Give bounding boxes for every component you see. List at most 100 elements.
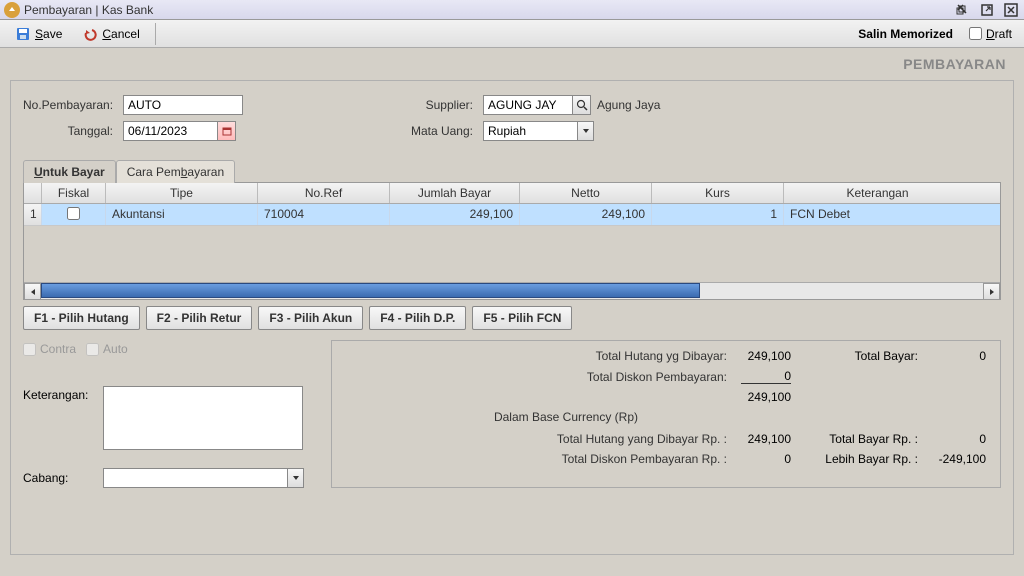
chevron-down-icon <box>292 474 300 482</box>
lower-section: Contra Auto Keterangan: Cabang: <box>23 340 1001 488</box>
f1-pilih-hutang-button[interactable]: F1 - Pilih Hutang <box>23 306 140 330</box>
draft-checkbox-wrap[interactable]: Draft <box>963 27 1018 41</box>
grid: Fiskal Tipe No.Ref Jumlah Bayar Netto Ku… <box>23 182 1001 300</box>
content-box: No.Pembayaran: Tanggal: Supplier: <box>10 80 1014 555</box>
lebih-bayar-rp-value: -249,100 <box>926 452 986 466</box>
undo-icon <box>82 26 98 42</box>
f2-pilih-retur-button[interactable]: F2 - Pilih Retur <box>146 306 253 330</box>
tabs: Untuk Bayar Cara Pembayaran <box>23 159 1001 182</box>
save-button[interactable]: SSaveave <box>6 22 71 46</box>
cell-keterangan[interactable]: FCN Debet <box>784 204 971 225</box>
no-pembayaran-label: No.Pembayaran: <box>23 98 123 112</box>
app-icon <box>4 2 20 18</box>
total-bayar-value: 0 <box>926 349 986 363</box>
cell-fiskal[interactable] <box>42 204 106 225</box>
f3-pilih-akun-button[interactable]: F3 - Pilih Akun <box>258 306 363 330</box>
header-jumlah[interactable]: Jumlah Bayar <box>390 183 520 203</box>
header-keterangan[interactable]: Keterangan <box>784 183 971 203</box>
supplier-input[interactable] <box>483 95 573 115</box>
keterangan-label: Keterangan: <box>23 386 103 402</box>
lebih-bayar-rp-label: Lebih Bayar Rp. : <box>811 452 926 466</box>
tanggal-label: Tanggal: <box>23 124 123 138</box>
toolbar: SSaveave Cancel Salin Memorized Draft <box>0 20 1024 48</box>
search-icon <box>576 99 588 111</box>
save-label: SSaveave <box>35 27 62 41</box>
total-hutang-value: 249,100 <box>741 349 811 363</box>
toolbar-separator <box>155 23 156 45</box>
header-tipe[interactable]: Tipe <box>106 183 258 203</box>
total-diskon-rp-value: 0 <box>741 452 811 466</box>
tab-untuk-bayar[interactable]: Untuk Bayar <box>23 160 116 183</box>
close-icon[interactable] <box>1002 2 1020 18</box>
cell-netto[interactable]: 249,100 <box>520 204 652 225</box>
tanggal-input[interactable] <box>123 121 218 141</box>
chevron-down-icon <box>582 127 590 135</box>
row-number: 1 <box>24 204 42 225</box>
total-hutang-rp-value: 249,100 <box>741 432 811 446</box>
header-rownum <box>24 183 42 203</box>
total-bayar-rp-value: 0 <box>926 432 986 446</box>
fn-buttons: F1 - Pilih Hutang F2 - Pilih Retur F3 - … <box>23 306 1001 330</box>
draft-label: Draft <box>986 27 1012 41</box>
total-diskon-value: 0 <box>741 369 811 384</box>
total-diskon-label: Total Diskon Pembayaran: <box>346 370 741 384</box>
chevron-left-icon <box>29 288 37 296</box>
titlebar: Pembayaran | Kas Bank <box>0 0 1024 20</box>
grid-header: Fiskal Tipe No.Ref Jumlah Bayar Netto Ku… <box>24 183 1000 204</box>
header-netto[interactable]: Netto <box>520 183 652 203</box>
f5-pilih-fcn-button[interactable]: F5 - Pilih FCN <box>472 306 572 330</box>
draft-checkbox[interactable] <box>969 27 982 40</box>
mata-uang-input[interactable] <box>483 121 578 141</box>
table-row[interactable]: 1 Akuntansi 710004 249,100 249,100 1 FCN… <box>24 204 1000 226</box>
header-ref[interactable]: No.Ref <box>258 183 390 203</box>
no-pembayaran-input[interactable] <box>123 95 243 115</box>
supplier-lookup-button[interactable] <box>573 95 591 115</box>
mata-uang-label: Mata Uang: <box>403 124 483 138</box>
content-area: PEMBAYARAN No.Pembayaran: Tanggal: <box>0 48 1024 576</box>
mata-uang-dropdown-button[interactable] <box>578 121 594 141</box>
save-icon <box>15 26 31 42</box>
header-fiskal[interactable]: Fiskal <box>42 183 106 203</box>
scroll-left-button[interactable] <box>24 283 41 300</box>
auto-checkbox <box>86 343 99 356</box>
f4-pilih-dp-button[interactable]: F4 - Pilih D.P. <box>369 306 466 330</box>
minimize-icon[interactable] <box>954 2 972 18</box>
lower-left: Contra Auto Keterangan: Cabang: <box>23 340 323 488</box>
cabang-dropdown-button[interactable] <box>288 468 304 488</box>
chevron-right-icon <box>988 288 996 296</box>
contra-checkbox-wrap: Contra <box>23 342 76 356</box>
header-kurs[interactable]: Kurs <box>652 183 784 203</box>
cell-jumlah[interactable]: 249,100 <box>390 204 520 225</box>
scroll-track[interactable] <box>41 283 983 299</box>
cell-kurs[interactable]: 1 <box>652 204 784 225</box>
scroll-thumb[interactable] <box>41 283 700 298</box>
total-diskon-rp-label: Total Diskon Pembayaran Rp. : <box>346 452 741 466</box>
calendar-button[interactable] <box>218 121 236 141</box>
scroll-right-button[interactable] <box>983 283 1000 300</box>
supplier-name: Agung Jaya <box>597 98 660 112</box>
total-hutang-rp-label: Total Hutang yang Dibayar Rp. : <box>346 432 741 446</box>
cancel-label: Cancel <box>102 27 139 41</box>
cabang-label: Cabang: <box>23 471 103 485</box>
keterangan-textarea[interactable] <box>103 386 303 450</box>
horizontal-scrollbar[interactable] <box>24 282 1000 299</box>
subtotal-value: 249,100 <box>741 390 811 404</box>
cell-tipe[interactable]: Akuntansi <box>106 204 258 225</box>
total-bayar-rp-label: Total Bayar Rp. : <box>811 432 926 446</box>
tab-cara-pembayaran[interactable]: Cara Pembayaran <box>116 160 235 183</box>
summary-panel: Total Hutang yg Dibayar: 249,100 Total B… <box>331 340 1001 488</box>
total-hutang-label: Total Hutang yg Dibayar: <box>346 349 741 363</box>
grid-body[interactable]: 1 Akuntansi 710004 249,100 249,100 1 FCN… <box>24 204 1000 282</box>
form-area: No.Pembayaran: Tanggal: Supplier: <box>23 95 1001 147</box>
auto-checkbox-wrap: Auto <box>86 342 128 356</box>
total-bayar-label: Total Bayar: <box>811 349 926 363</box>
fiskal-checkbox[interactable] <box>67 207 80 220</box>
supplier-label: Supplier: <box>403 98 483 112</box>
salin-memorized-button[interactable]: Salin Memorized <box>850 27 961 41</box>
cell-ref[interactable]: 710004 <box>258 204 390 225</box>
module-title: PEMBAYARAN <box>10 56 1014 72</box>
cabang-input[interactable] <box>103 468 288 488</box>
maximize-icon[interactable] <box>978 2 996 18</box>
window-title: Pembayaran | Kas Bank <box>24 3 954 17</box>
cancel-button[interactable]: Cancel <box>73 22 148 46</box>
